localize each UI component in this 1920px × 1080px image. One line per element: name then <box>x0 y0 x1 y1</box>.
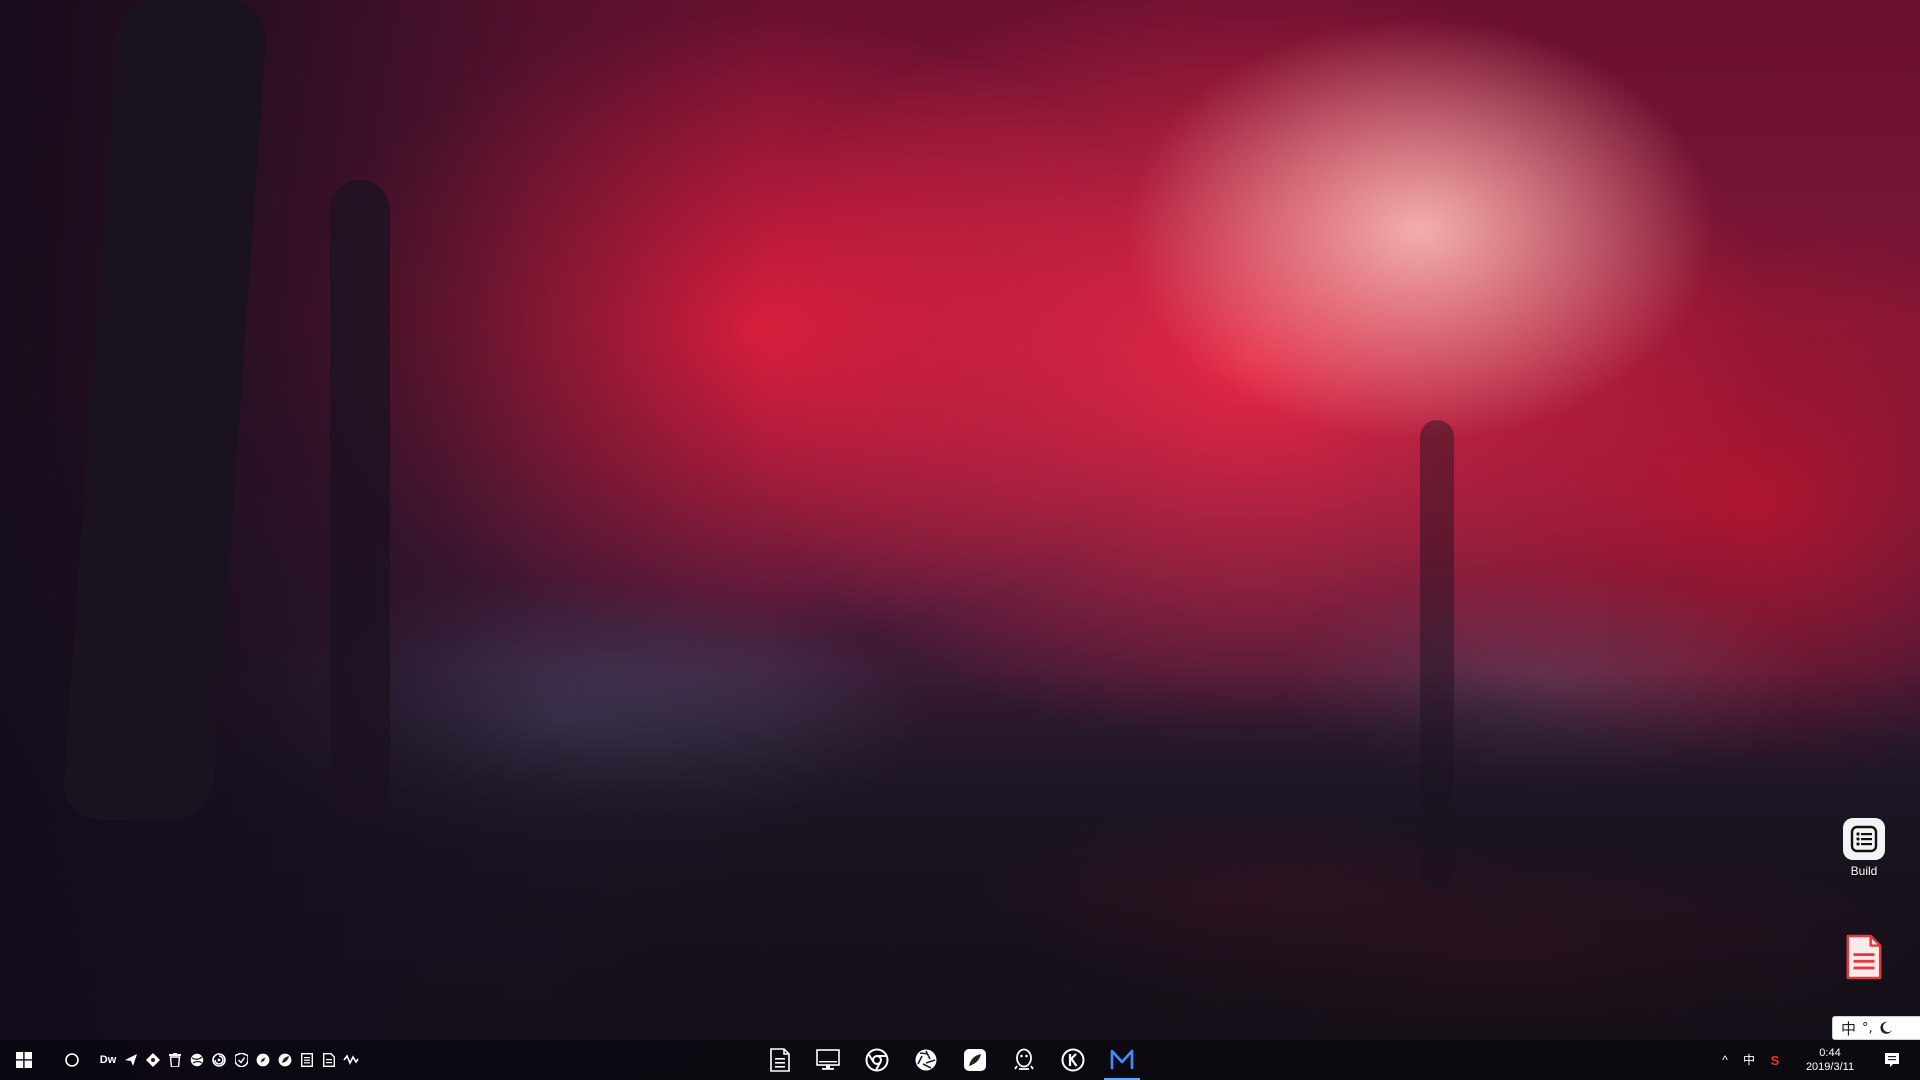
wave-icon <box>343 1054 359 1066</box>
quicklaunch-compass[interactable] <box>252 1040 274 1080</box>
quicklaunch-swirl[interactable] <box>208 1040 230 1080</box>
shield-icon <box>234 1053 248 1067</box>
taskbar-app-m[interactable] <box>1098 1040 1146 1080</box>
clock-date: 2019/3/11 <box>1805 1061 1855 1073</box>
notepad-icon <box>769 1048 791 1072</box>
trash-icon <box>169 1053 181 1067</box>
start-button[interactable] <box>4 1040 44 1080</box>
quicklaunch-globe[interactable] <box>186 1040 208 1080</box>
desktop-icon-label: Build <box>1850 864 1878 878</box>
chevron-up-icon: ^ <box>1722 1053 1728 1067</box>
chrome-icon <box>865 1048 889 1072</box>
compass-icon <box>256 1053 270 1067</box>
monitor-icon <box>816 1049 840 1071</box>
notes-icon <box>301 1053 313 1067</box>
document-icon <box>323 1053 335 1067</box>
qq-penguin-icon <box>1013 1048 1035 1072</box>
dreamweaver-icon: Dw <box>99 1054 117 1066</box>
k-circle-icon <box>1061 1048 1085 1072</box>
quicklaunch-puzzle[interactable] <box>142 1040 164 1080</box>
tray-sogou[interactable]: S <box>1764 1040 1786 1080</box>
quicklaunch-trash[interactable] <box>164 1040 186 1080</box>
taskbar-app-k[interactable] <box>1049 1040 1097 1080</box>
moon-icon[interactable] <box>1879 1021 1893 1035</box>
taskbar-app-notepad[interactable] <box>756 1040 804 1080</box>
ime-mode-toggle[interactable]: 中 <box>1841 1018 1856 1039</box>
desktop-icon-document[interactable] <box>1824 934 1904 984</box>
quicklaunch-notes[interactable] <box>296 1040 318 1080</box>
list-document-icon <box>1843 818 1885 860</box>
tray-overflow-button[interactable]: ^ <box>1716 1040 1734 1080</box>
feather-app-icon <box>963 1048 987 1072</box>
action-center-icon <box>1884 1052 1900 1068</box>
m-app-icon <box>1110 1049 1134 1071</box>
tree-trunk <box>330 180 390 820</box>
taskbar-app-qq[interactable] <box>1000 1040 1048 1080</box>
action-center-button[interactable] <box>1872 1040 1912 1080</box>
quicklaunch-dreamweaver[interactable]: Dw <box>96 1040 120 1080</box>
aperture-icon <box>914 1048 938 1072</box>
ime-status-bar[interactable]: 中 °, <box>1832 1016 1920 1040</box>
swirl-icon <box>212 1053 226 1067</box>
quicklaunch-leaf[interactable] <box>274 1040 296 1080</box>
text-document-icon <box>1844 934 1884 980</box>
desktop: Build 中 °, Dw ^ 中 S 0:44 2019/3/11 <box>0 0 1920 1080</box>
tree-trunk <box>1420 420 1454 890</box>
tray-ime-indicator[interactable]: 中 <box>1738 1040 1760 1080</box>
taskbar-app-aperture[interactable] <box>902 1040 950 1080</box>
leaf-icon <box>278 1053 292 1067</box>
cortana-circle-icon <box>64 1052 80 1068</box>
quicklaunch-wave[interactable] <box>340 1040 362 1080</box>
desktop-icon-build[interactable]: Build <box>1824 818 1904 878</box>
clock-time: 0:44 <box>1819 1047 1841 1059</box>
sogou-icon: S <box>1770 1052 1780 1068</box>
tray-clock[interactable]: 0:44 2019/3/11 <box>1790 1040 1870 1080</box>
taskbar-app-chrome[interactable] <box>853 1040 901 1080</box>
quicklaunch-shield[interactable] <box>230 1040 252 1080</box>
globe-icon <box>190 1053 204 1067</box>
ime-punctuation-toggle[interactable]: °, <box>1862 1021 1873 1036</box>
paper-plane-icon <box>124 1053 138 1067</box>
taskbar-app-feather[interactable] <box>951 1040 999 1080</box>
quicklaunch-document[interactable] <box>318 1040 340 1080</box>
search-button[interactable] <box>52 1040 92 1080</box>
ime-language-label: 中 <box>1742 1053 1755 1067</box>
taskbar: Dw ^ 中 S 0:44 2019/3/11 <box>0 1040 1920 1080</box>
taskbar-app-monitor[interactable] <box>804 1040 852 1080</box>
quicklaunch-paper-plane[interactable] <box>120 1040 142 1080</box>
wallpaper-shadow <box>0 0 1920 1080</box>
puzzle-icon <box>146 1053 160 1067</box>
windows-logo-icon <box>16 1052 32 1068</box>
